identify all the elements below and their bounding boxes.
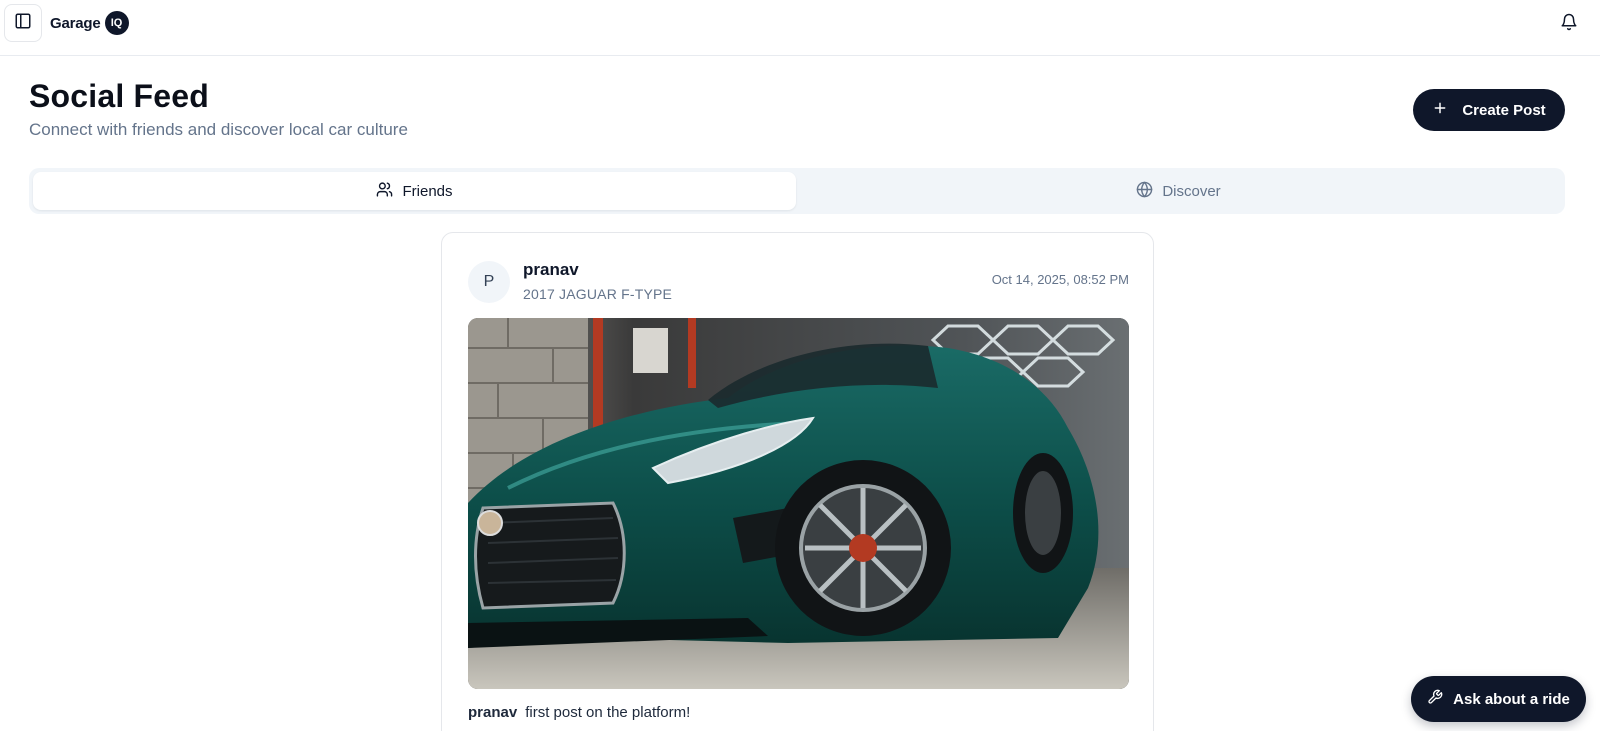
tab-discover-label: Discover	[1162, 182, 1221, 200]
users-icon	[376, 181, 393, 202]
create-post-button[interactable]: Create Post	[1413, 89, 1565, 131]
post-image[interactable]	[468, 318, 1129, 689]
notifications-button[interactable]	[1558, 13, 1580, 35]
plus-icon	[1432, 100, 1448, 120]
sidebar-panel-icon	[14, 12, 32, 35]
caption-text: first post on the platform!	[525, 704, 691, 721]
wrench-icon	[1427, 689, 1443, 709]
ask-about-ride-button[interactable]: Ask about a ride	[1411, 676, 1586, 722]
avatar-initial: P	[483, 273, 495, 290]
tab-friends[interactable]: Friends	[33, 172, 796, 210]
avatar[interactable]: P	[468, 261, 510, 303]
brand-name: Garage	[50, 14, 101, 32]
post-vehicle: 2017 JAGUAR F-TYPE	[523, 286, 673, 302]
feed-tabs: Friends Discover	[29, 168, 1565, 214]
bell-icon	[1560, 13, 1578, 36]
page-title: Social Feed	[29, 78, 210, 114]
post-caption: pranav first post on the platform!	[468, 704, 690, 721]
caption-author[interactable]: pranav	[468, 704, 517, 721]
page-subtitle: Connect with friends and discover local …	[29, 120, 408, 139]
ask-about-ride-label: Ask about a ride	[1453, 690, 1570, 708]
brand-logo[interactable]: Garage IQ	[50, 11, 129, 35]
tab-friends-label: Friends	[402, 182, 453, 200]
globe-icon	[1136, 181, 1153, 202]
tab-discover[interactable]: Discover	[796, 172, 1561, 210]
post-author[interactable]: pranav	[523, 260, 579, 280]
sidebar-toggle-button[interactable]	[4, 4, 42, 42]
post-timestamp: Oct 14, 2025, 08:52 PM	[991, 272, 1129, 287]
post-card: P pranav 2017 JAGUAR F-TYPE Oct 14, 2025…	[441, 232, 1154, 731]
create-post-label: Create Post	[1462, 101, 1546, 119]
top-bar: Garage IQ	[0, 0, 1600, 56]
brand-badge: IQ	[104, 11, 129, 35]
car-photo-illustration	[468, 318, 1129, 689]
